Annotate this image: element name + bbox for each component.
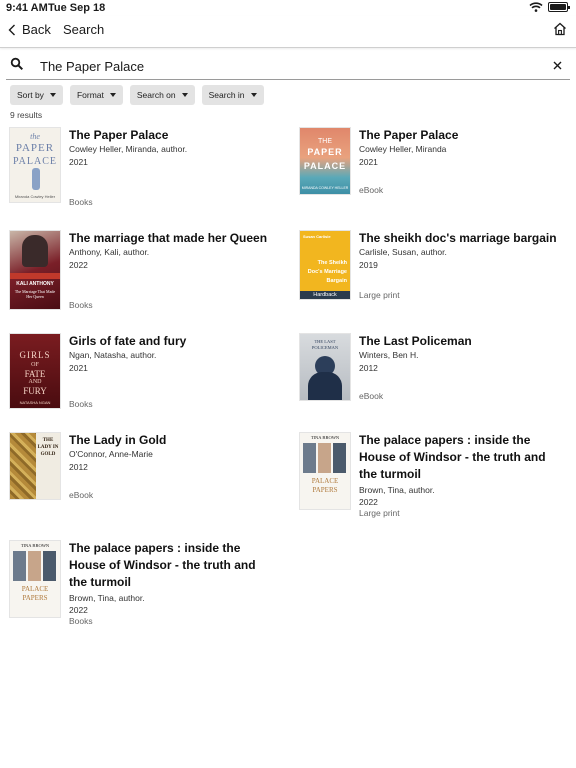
result-format: eBook — [359, 185, 384, 195]
search-in-dropdown[interactable]: Search in — [201, 85, 264, 105]
result-title: The sheikh doc's marriage bargain — [359, 231, 557, 245]
status-time: 9:41 AM — [6, 2, 48, 14]
filter-label: Search on — [136, 90, 176, 100]
search-input[interactable] — [40, 56, 520, 76]
result-title: The Last Policeman — [359, 334, 472, 348]
caret-down-icon — [49, 93, 56, 97]
book-cover: THE LAST POLICEMAN — [299, 333, 351, 401]
results-count: 9 results — [10, 110, 43, 120]
result-format: eBook — [69, 490, 94, 500]
caret-down-icon — [109, 93, 116, 97]
result-year: 2022 — [69, 605, 88, 615]
book-cover: GIRLS OF FATE AND FURY NATASHA NGAN — [9, 333, 61, 409]
status-bar: 9:41 AM Tue Sep 18 — [0, 0, 576, 16]
result-author: Cowley Heller, Miranda — [359, 144, 447, 154]
result-item[interactable]: GIRLS OF FATE AND FURY NATASHA NGAN Girl… — [9, 333, 279, 411]
result-format: Books — [69, 616, 93, 626]
result-title: The Paper Palace — [359, 128, 459, 142]
result-year: 2019 — [359, 260, 378, 270]
book-cover: Susan Carlisle The Sheikh Doc's Marriage… — [299, 230, 351, 300]
result-format: Books — [69, 300, 93, 310]
result-author: Cowley Heller, Miranda, author. — [69, 144, 188, 154]
result-author: Carlisle, Susan, author. — [359, 247, 447, 257]
nav-bar: Back Search — [0, 16, 576, 48]
book-cover: TINA BROWN PALACE PAPERS — [9, 540, 61, 618]
back-button[interactable]: Back — [8, 22, 51, 37]
home-icon — [554, 22, 566, 36]
result-item[interactable]: Susan Carlisle The Sheikh Doc's Marriage… — [299, 230, 569, 302]
format-dropdown[interactable]: Format — [69, 85, 123, 105]
sort-by-dropdown[interactable]: Sort by — [10, 85, 63, 105]
filter-label: Sort by — [17, 90, 44, 100]
result-format: Books — [69, 197, 93, 207]
result-format: Books — [69, 399, 93, 409]
clear-search-button[interactable] — [553, 57, 562, 73]
result-author: Brown, Tina, author. — [69, 593, 145, 603]
result-author: Winters, Ben H. — [359, 350, 419, 360]
result-title: The palace papers : inside the House of … — [359, 433, 546, 481]
result-title: The Lady in Gold — [69, 433, 167, 447]
result-year: 2021 — [69, 157, 88, 167]
result-author: O'Connor, Anne-Marie — [69, 449, 153, 459]
result-year: 2021 — [359, 157, 378, 167]
result-format: Large print — [359, 290, 400, 300]
result-year: 2012 — [359, 363, 378, 373]
result-title: Girls of fate and fury — [69, 334, 187, 348]
book-cover: the PAPER PALACE Miranda Cowley Heller — [9, 127, 61, 203]
caret-down-icon — [181, 93, 188, 97]
status-icons — [529, 2, 570, 12]
result-year: 2022 — [69, 260, 88, 270]
book-cover: THE PAPER PALACE MIRANDA COWLEY HELLER — [299, 127, 351, 195]
result-item[interactable]: the PAPER PALACE Miranda Cowley Heller T… — [9, 127, 279, 207]
close-icon — [553, 61, 562, 70]
search-on-dropdown[interactable]: Search on — [129, 85, 195, 105]
status-date: Tue Sep 18 — [48, 2, 106, 14]
result-item[interactable]: TINA BROWN PALACE PAPERS The palace pape… — [299, 432, 569, 522]
book-cover: THE LADY IN GOLD — [9, 432, 61, 500]
result-author: Ngan, Natasha, author. — [69, 350, 157, 360]
filter-bar: Sort by Format Search on Search in — [10, 85, 264, 105]
caret-down-icon — [250, 93, 257, 97]
result-format: eBook — [359, 391, 384, 401]
result-year: 2021 — [69, 363, 88, 373]
result-format: Large print — [359, 508, 400, 518]
filter-label: Format — [76, 90, 104, 100]
result-item[interactable]: THE PAPER PALACE MIRANDA COWLEY HELLER T… — [299, 127, 569, 199]
result-author: Brown, Tina, author. — [359, 485, 435, 495]
result-year: 2022 — [359, 497, 378, 507]
result-author: Anthony, Kali, author. — [69, 247, 150, 257]
result-item[interactable]: THE LADY IN GOLD The Lady in Gold O'Conn… — [9, 432, 279, 504]
book-cover: TINA BROWN PALACE PAPERS — [299, 432, 351, 510]
back-label: Back — [22, 22, 51, 37]
result-title: The marriage that made her Queen — [69, 231, 268, 245]
result-title: The palace papers : inside the House of … — [69, 541, 256, 589]
wifi-icon — [529, 2, 543, 12]
book-cover: KALI ANTHONY The Marriage That Made Her … — [9, 230, 61, 310]
page-title: Search — [63, 22, 105, 37]
result-item[interactable]: KALI ANTHONY The Marriage That Made Her … — [9, 230, 279, 312]
battery-icon — [548, 2, 570, 12]
result-item[interactable]: TINA BROWN PALACE PAPERS The palace pape… — [9, 540, 279, 630]
search-icon — [10, 57, 24, 71]
result-title: The Paper Palace — [69, 128, 169, 142]
filter-label: Search in — [208, 90, 245, 100]
search-bar — [6, 52, 570, 80]
chevron-left-icon — [8, 24, 15, 35]
result-year: 2012 — [69, 462, 88, 472]
home-button[interactable] — [553, 22, 567, 41]
result-item[interactable]: THE LAST POLICEMAN The Last Policeman Wi… — [299, 333, 569, 405]
